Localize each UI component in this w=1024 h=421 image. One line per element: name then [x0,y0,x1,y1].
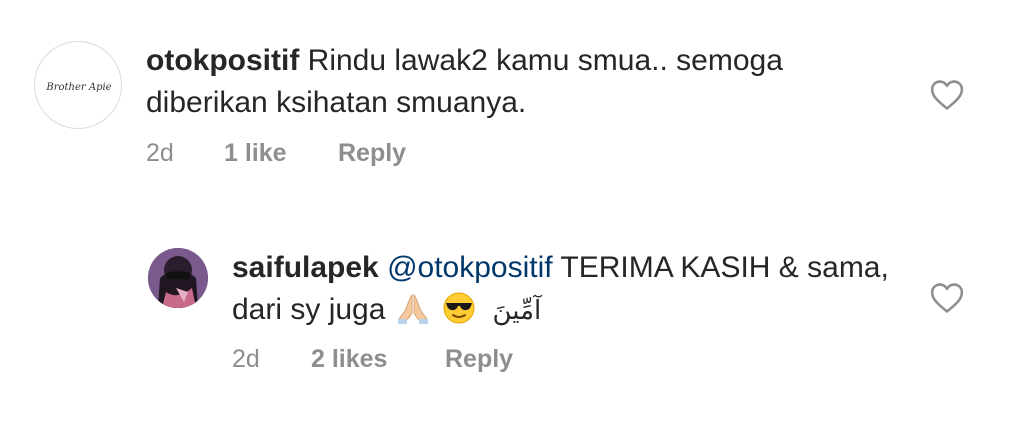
reply-arabic-text: آمِّينَ [492,296,542,326]
reply-body: saifulapek @otokpositif TERIMA KASIH & s… [232,247,912,337]
avatar-photo [148,248,208,308]
avatar-logo-text: Brother Apie [45,82,111,93]
sunglasses-emoji [442,291,476,337]
reply-mention-link[interactable]: @otokpositif [387,251,553,284]
reply-likes-count[interactable]: 2 likes [311,345,387,374]
comment-username[interactable]: otokpositif [146,44,299,77]
avatar-logo: Brother Apie [45,82,111,93]
reply-button[interactable]: Reply [338,139,406,168]
heart-outline-icon[interactable] [930,79,964,111]
comment-time: 2d [146,139,174,167]
folded-hands-emoji [396,291,430,337]
comment-likes-count[interactable]: 1 like [224,139,287,168]
reply-username[interactable]: saifulapek [232,251,379,284]
heart-outline-icon[interactable] [930,282,964,314]
reply-button[interactable]: Reply [445,345,513,374]
reply-time: 2d [232,345,260,373]
comment-body: otokpositif Rindu lawak2 kamu smua.. sem… [146,40,906,124]
avatar-otokpositif[interactable]: Brother Apie [34,41,122,129]
avatar-saifulapek[interactable] [148,248,208,308]
